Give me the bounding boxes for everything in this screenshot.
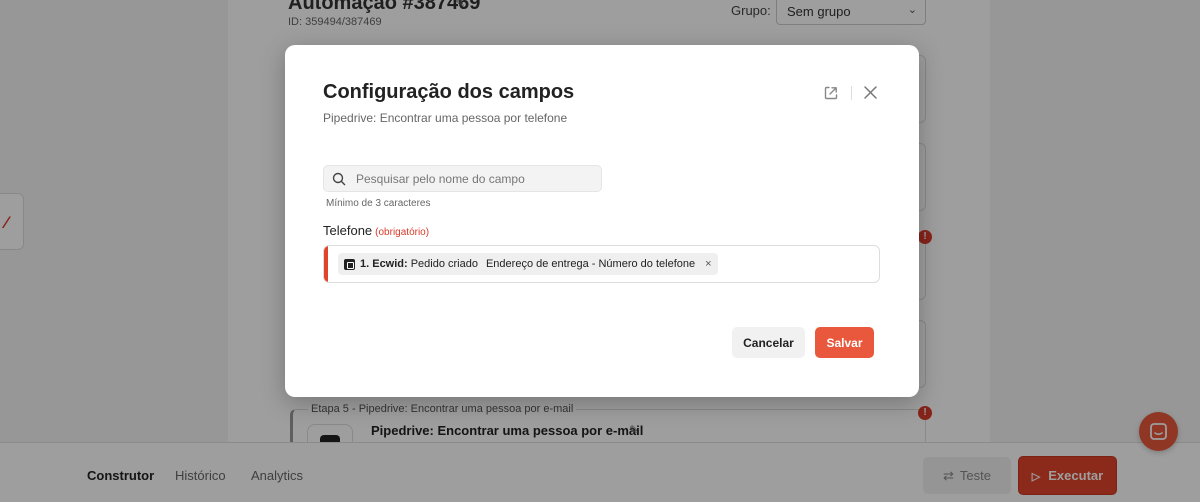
telefone-label: Telefone (obrigatório) [323,223,429,238]
save-button[interactable]: Salvar [815,327,874,358]
header-divider [851,86,852,100]
search-hint: Mínimo de 3 caracteres [326,198,431,209]
remove-chip-icon[interactable]: × [705,258,711,270]
required-accent-bar [324,246,328,282]
close-icon[interactable] [863,85,878,100]
mapped-value-chip[interactable]: 1. Ecwid: Pedido criado Endereço de entr… [338,253,718,275]
chip-path: Endereço de entrega - Número do telefone [485,258,696,270]
open-external-icon[interactable] [823,85,839,101]
cancel-button[interactable]: Cancelar [732,327,805,358]
required-indicator: (obrigatório) [375,227,430,238]
ecwid-app-icon [344,258,355,270]
search-input[interactable] [356,166,596,191]
chip-event: Pedido criado [410,258,478,270]
telefone-label-text: Telefone [323,223,373,238]
search-icon [332,172,346,186]
search-field-container [323,165,602,192]
modal-subtitle: Pipedrive: Encontrar uma pessoa por tele… [323,111,568,125]
field-config-modal: Configuração dos campos Pipedrive: Encon… [285,45,919,397]
chip-step: 1. Ecwid: [360,258,408,270]
telefone-field[interactable]: 1. Ecwid: Pedido criado Endereço de entr… [323,245,880,283]
modal-title: Configuração dos campos [323,81,575,103]
